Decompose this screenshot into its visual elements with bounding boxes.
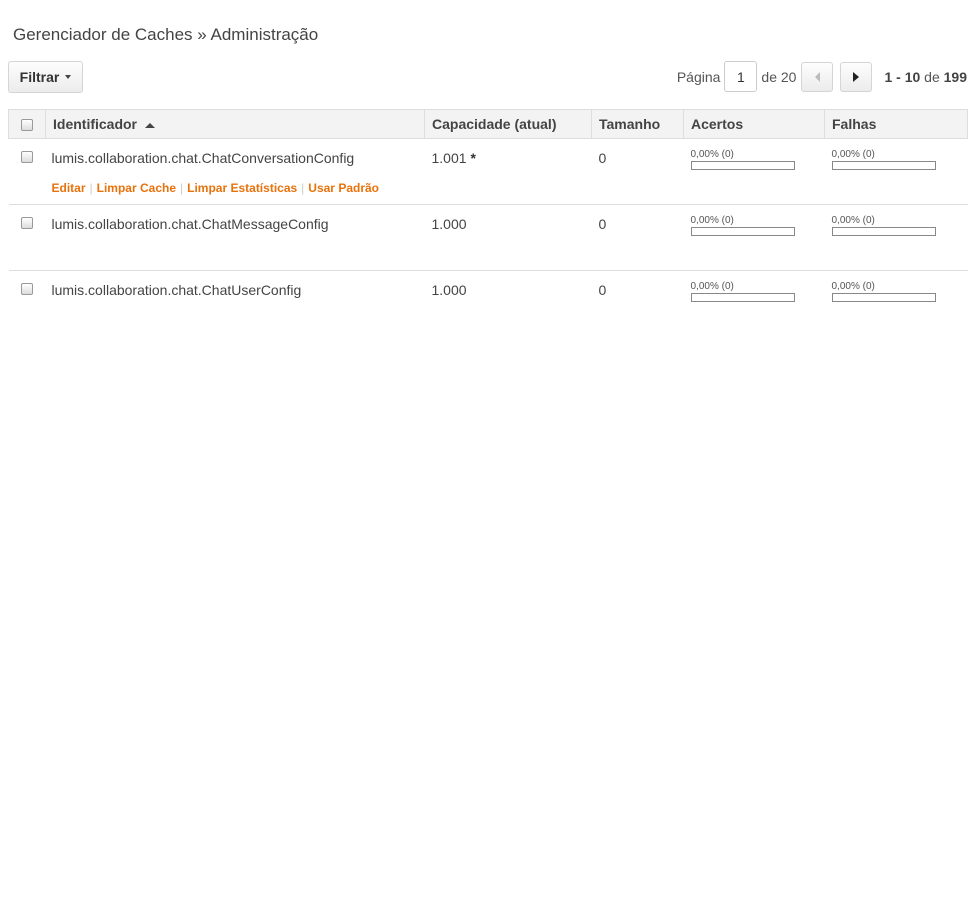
row-select-cell [8, 204, 46, 271]
table-row[interactable]: lumis.collaboration.chat.ChatConversatio… [8, 138, 968, 205]
hits-meter [690, 293, 795, 302]
row-checkbox[interactable] [21, 151, 33, 163]
row-checkbox[interactable] [21, 217, 33, 229]
filter-button-label: Filtrar [19, 69, 60, 85]
select-all-header [8, 109, 46, 139]
row-actions: Editar | Limpar Cache | Limpar Estatísticas |… [52, 181, 418, 195]
misses-label: 0,00% (0) [831, 215, 875, 226]
capacity-cell: 1.000 [424, 204, 592, 271]
filter-button[interactable]: Filtrar [8, 61, 83, 93]
capacity-value: 1.000 [431, 282, 467, 298]
hits-label: 0,00% (0) [690, 215, 734, 226]
hits-meter [690, 227, 795, 236]
cache-table: Identificador Capacidade (atual) Tamanho… [8, 109, 968, 337]
edit-link[interactable]: Editar [52, 181, 86, 195]
column-header-capacity[interactable]: Capacidade (atual) [424, 109, 592, 139]
hits-label: 0,00% (0) [690, 281, 734, 292]
page-label: Página [676, 68, 721, 85]
misses-cell: 0,00% (0) [824, 138, 968, 205]
misses-cell: 0,00% (0) [824, 204, 968, 271]
caret-down-icon [65, 75, 72, 79]
action-separator: | [301, 181, 305, 195]
cache-identifier: lumis.collaboration.chat.ChatMessageConf… [51, 216, 329, 232]
column-header-misses[interactable]: Falhas [824, 109, 968, 139]
capacity-cell: 1.001 * [424, 138, 592, 205]
cache-identifier: lumis.collaboration.chat.ChatUserConfig [51, 282, 302, 298]
clear-cache-link[interactable]: Limpar Cache [97, 181, 176, 195]
capacity-value: 1.000 [431, 216, 467, 232]
identifier-cell: lumis.collaboration.chat.ChatConversatio… [45, 138, 425, 205]
hits-label: 0,00% (0) [690, 149, 734, 160]
misses-meter [831, 293, 936, 302]
select-all-checkbox[interactable] [21, 118, 33, 131]
column-header-identifier[interactable]: Identificador [45, 109, 425, 139]
action-separator: | [89, 181, 93, 195]
hits-cell: 0,00% (0) [684, 271, 825, 337]
range-of-label: de [924, 68, 940, 85]
misses-label: 0,00% (0) [831, 281, 875, 292]
size-cell: 0 [598, 282, 607, 298]
table-row[interactable]: lumis.collaboration.chat.ChatUserConfig … [9, 271, 968, 337]
table-header-row: Identificador Capacidade (atual) Tamanho… [8, 109, 968, 139]
action-separator: | [180, 181, 184, 195]
hits-meter [690, 161, 795, 170]
hits-cell: 0,00% (0) [683, 204, 825, 271]
cache-identifier: lumis.collaboration.chat.ChatConversatio… [51, 150, 355, 166]
identifier-cell: lumis.collaboration.chat.ChatUserConfig [46, 271, 425, 337]
use-default-link[interactable]: Usar Padrão [308, 181, 379, 195]
sort-ascending-icon [145, 122, 156, 128]
previous-page-button[interactable] [801, 61, 834, 92]
misses-meter [831, 161, 936, 170]
size-cell: 0 [591, 204, 684, 271]
misses-label: 0,00% (0) [831, 149, 875, 160]
size-cell: 0 [591, 138, 684, 205]
column-header-hits[interactable]: Acertos [683, 109, 825, 139]
page-title: Gerenciador de Caches » Administração [13, 25, 319, 44]
misses-cell: 0,00% (0) [825, 271, 968, 337]
column-header-size[interactable]: Tamanho [591, 109, 684, 139]
row-select-cell [8, 138, 46, 205]
hits-cell: 0,00% (0) [683, 138, 825, 205]
chevron-right-icon [853, 71, 860, 82]
chevron-left-icon [814, 71, 820, 82]
row-checkbox[interactable] [21, 283, 33, 295]
identifier-cell: lumis.collaboration.chat.ChatMessageConf… [45, 204, 425, 271]
misses-meter [831, 227, 936, 236]
result-range: 1 - 10 de 199 [884, 69, 967, 85]
capacity-cell: 1.000 [425, 271, 592, 337]
page-count: de 20 [761, 68, 797, 85]
next-page-button[interactable] [840, 61, 873, 92]
range-total: 199 [943, 68, 967, 85]
row-select-cell [9, 271, 46, 337]
table-row[interactable]: lumis.collaboration.chat.ChatMessageConf… [8, 204, 968, 271]
clear-statistics-link[interactable]: Limpar Estatísticas [187, 181, 297, 195]
capacity-value: 1.001 [431, 150, 467, 166]
range-start-end: 1 - 10 [884, 68, 921, 85]
pager: Página de 20 1 - 10 de 199 [677, 61, 967, 92]
page-number-input[interactable] [724, 61, 758, 92]
column-header-label: Identificador [53, 116, 138, 132]
capacity-modified-mark: * [470, 150, 476, 166]
